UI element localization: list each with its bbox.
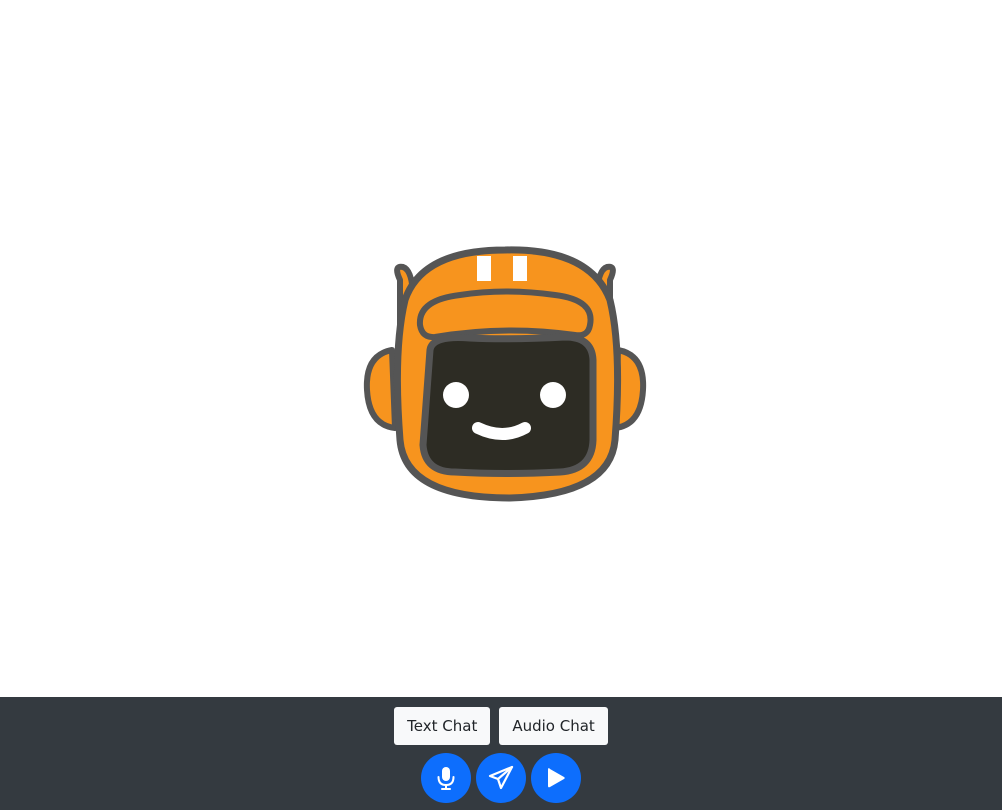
microphone-icon [437, 767, 455, 790]
send-icon [488, 765, 514, 790]
audio-chat-button[interactable]: Audio Chat [499, 707, 608, 745]
text-chat-button[interactable]: Text Chat [394, 707, 491, 745]
send-button[interactable] [476, 753, 526, 803]
footer-bar: Text Chat Audio Chat [0, 697, 1002, 810]
robot-mascot-icon [363, 246, 647, 502]
play-icon [548, 768, 565, 788]
main-stage [0, 0, 1002, 697]
mode-toggle-group: Text Chat Audio Chat [0, 707, 1002, 745]
microphone-button[interactable] [421, 753, 471, 803]
action-button-group [0, 753, 1002, 803]
play-button[interactable] [531, 753, 581, 803]
